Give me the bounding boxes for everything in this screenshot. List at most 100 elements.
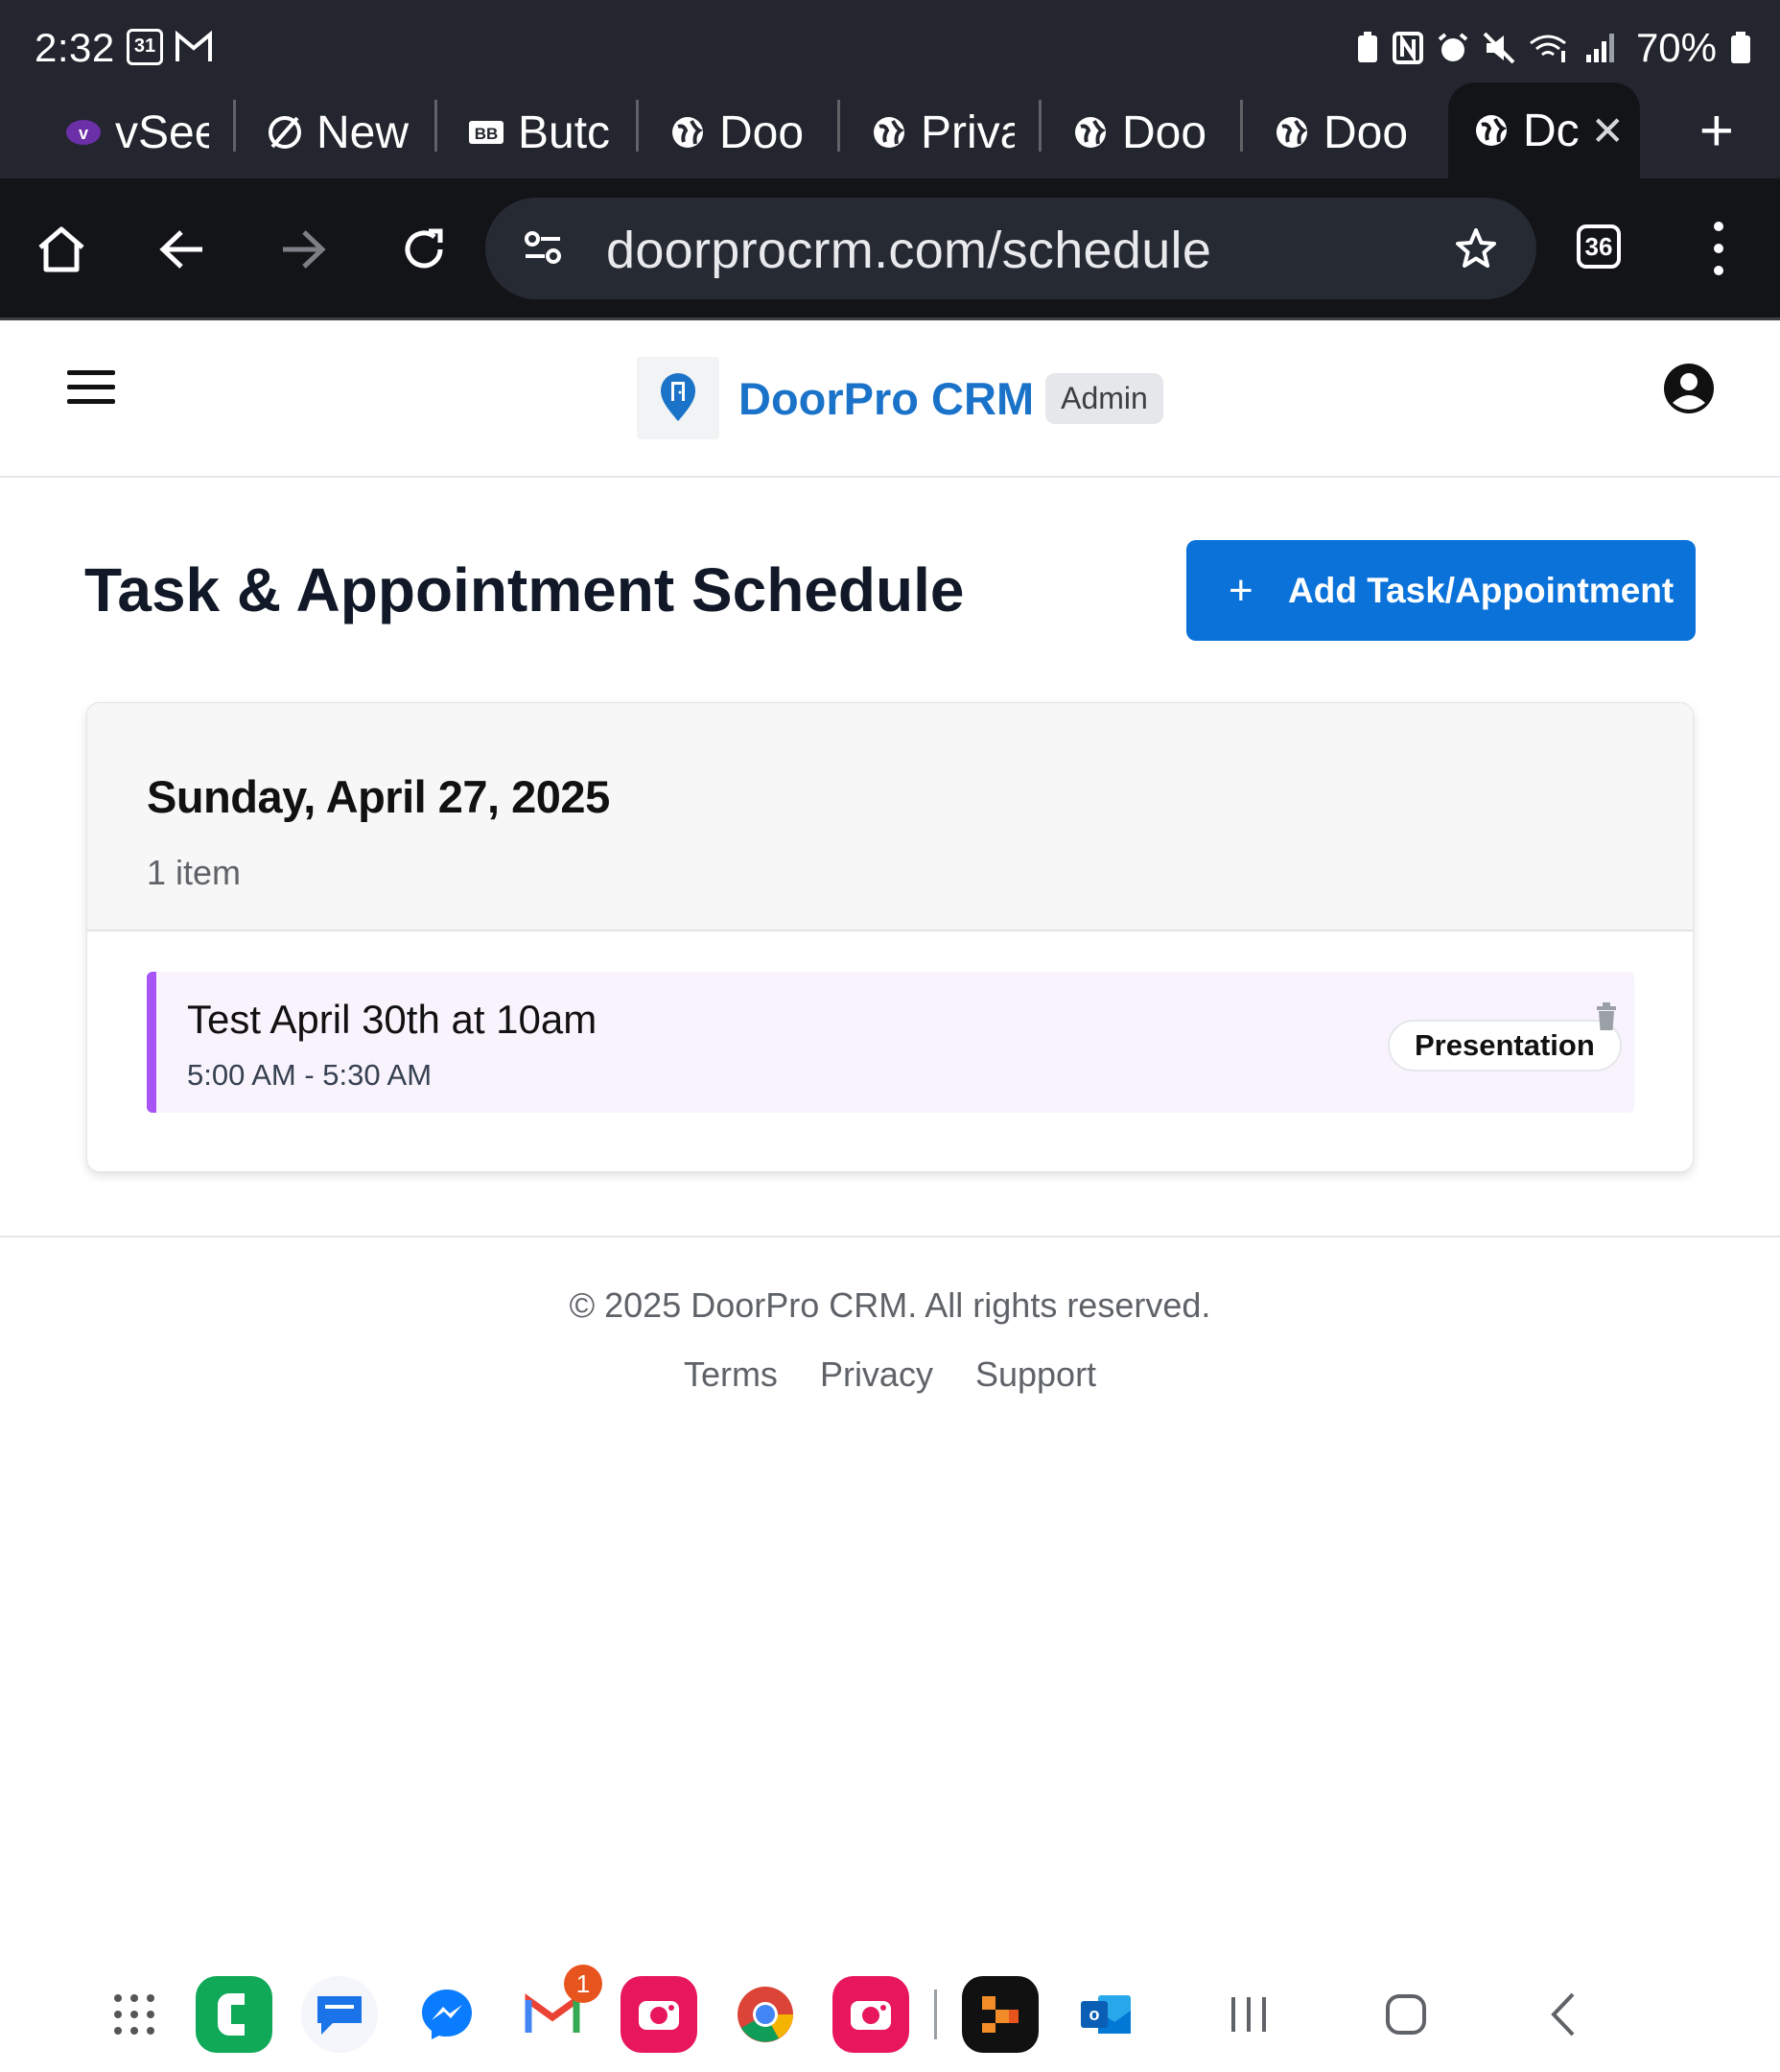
site-settings-icon[interactable] bbox=[522, 226, 564, 269]
gmail-unread-badge: 1 bbox=[564, 1965, 602, 2003]
tab-butc[interactable]: BB Butc bbox=[468, 86, 612, 178]
tab-separator bbox=[233, 100, 236, 152]
gmail-app-icon[interactable]: 1 bbox=[514, 1965, 602, 2053]
bookmark-star-icon[interactable] bbox=[1454, 226, 1498, 271]
add-task-button[interactable]: + Add Task/Appointment bbox=[1186, 540, 1696, 641]
footer-link-privacy[interactable]: Privacy bbox=[820, 1354, 933, 1395]
reload-icon bbox=[405, 228, 443, 269]
alarm-icon bbox=[1438, 33, 1468, 61]
close-tab-icon[interactable]: ✕ bbox=[1591, 107, 1625, 154]
brand-name: DoorPro CRM bbox=[738, 372, 1035, 424]
footer-links: Terms Privacy Support bbox=[0, 1354, 1780, 1395]
day-date: Sunday, April 27, 2025 bbox=[147, 771, 610, 822]
tab-doo-2[interactable]: Doo bbox=[1072, 86, 1216, 178]
back-button[interactable] bbox=[152, 219, 213, 280]
status-bar: 2:32 31 70% bbox=[0, 0, 1780, 86]
tab-separator bbox=[1240, 100, 1243, 152]
appointment-type-badge: Presentation bbox=[1388, 1020, 1622, 1071]
contacts-app-icon[interactable] bbox=[196, 1976, 272, 2053]
globe-icon bbox=[1072, 114, 1109, 151]
tab-separator bbox=[434, 100, 437, 152]
calendar-icon: 31 bbox=[127, 29, 163, 65]
footer-link-terms[interactable]: Terms bbox=[684, 1354, 778, 1395]
tab-vsee[interactable]: v vSee bbox=[65, 86, 209, 178]
brand[interactable]: DoorPro CRM Admin bbox=[637, 357, 1163, 439]
tab-active-doorpro[interactable]: Dc ✕ bbox=[1448, 82, 1640, 178]
url-text[interactable]: doorprocrm.com/schedule bbox=[606, 221, 1211, 280]
status-notifications: 31 bbox=[127, 29, 213, 65]
page-footer: © 2025 DoorPro CRM. All rights reserved.… bbox=[0, 1236, 1780, 1427]
dock-divider bbox=[934, 1990, 937, 2039]
vsee-icon: v bbox=[65, 114, 102, 151]
nfc-icon bbox=[1392, 32, 1423, 64]
messenger-app-icon[interactable] bbox=[409, 1976, 485, 2053]
home-icon bbox=[38, 226, 84, 272]
reload-button[interactable] bbox=[393, 219, 455, 280]
messages-app-icon[interactable] bbox=[301, 1976, 378, 2053]
home-nav-icon bbox=[1386, 1994, 1426, 2035]
status-time: 2:32 bbox=[35, 25, 115, 70]
globe-icon bbox=[1473, 112, 1510, 149]
home-button[interactable] bbox=[31, 219, 92, 280]
back-nav-icon bbox=[1551, 1992, 1575, 2037]
user-account-icon[interactable] bbox=[1663, 363, 1715, 414]
back-nav-button[interactable] bbox=[1536, 1986, 1594, 2043]
more-menu-icon[interactable] bbox=[1699, 215, 1738, 282]
address-bar[interactable]: doorprocrm.com/schedule bbox=[485, 198, 1536, 299]
globe-icon bbox=[871, 114, 907, 151]
tab-new[interactable]: New bbox=[267, 86, 410, 178]
day-item-count: 1 item bbox=[147, 853, 242, 892]
svg-text:v: v bbox=[79, 124, 88, 143]
cell-signal-icon bbox=[1585, 34, 1614, 62]
delete-trash-icon[interactable] bbox=[1595, 1002, 1618, 1031]
mute-icon bbox=[1483, 32, 1515, 64]
battery-icon bbox=[1731, 32, 1750, 63]
day-group-header: Sunday, April 27, 2025 1 item bbox=[87, 703, 1693, 931]
tab-switcher-button[interactable]: 36 bbox=[1577, 224, 1621, 269]
home-nav-button[interactable] bbox=[1377, 1986, 1435, 2043]
wifi-signal-icon bbox=[1530, 35, 1566, 62]
footer-link-support[interactable]: Support bbox=[975, 1354, 1096, 1395]
gmail-notification-icon bbox=[176, 30, 212, 61]
recents-button[interactable] bbox=[1220, 1986, 1277, 2043]
bb-icon: BB bbox=[468, 114, 504, 151]
new-tab-button[interactable]: + bbox=[1699, 98, 1734, 165]
schedule-item[interactable]: Test April 30th at 10am 5:00 AM - 5:30 A… bbox=[147, 972, 1634, 1113]
tab-separator bbox=[837, 100, 840, 152]
battery-percentage: 70% bbox=[1635, 25, 1717, 70]
battery-saver-icon bbox=[1357, 32, 1377, 62]
hamburger-menu-icon[interactable] bbox=[67, 370, 115, 409]
camera-2-app-icon[interactable] bbox=[832, 1976, 909, 2053]
globe-icon bbox=[1274, 114, 1310, 151]
svg-text:BB: BB bbox=[475, 125, 499, 143]
tab-doo-3[interactable]: Doo bbox=[1274, 86, 1417, 178]
status-indicators: 70% bbox=[1356, 25, 1751, 71]
outlook-app-icon[interactable]: o bbox=[1067, 1976, 1144, 2053]
chrome-app-icon[interactable] bbox=[727, 1976, 804, 2053]
tab-separator bbox=[636, 100, 639, 152]
forward-arrow-icon bbox=[283, 230, 326, 269]
browser-toolbar: doorprocrm.com/schedule 36 bbox=[0, 178, 1780, 320]
tab-doo-1[interactable]: Doo bbox=[669, 86, 813, 178]
camera-app-icon[interactable] bbox=[621, 1976, 697, 2053]
browser-tab-strip: v vSee New BB Butc Doo Priva Doo Doo Dc … bbox=[0, 82, 1780, 178]
day-group-card: Sunday, April 27, 2025 1 item Test April… bbox=[86, 702, 1694, 1172]
schedule-item-time: 5:00 AM - 5:30 AM bbox=[187, 1058, 433, 1092]
role-badge: Admin bbox=[1045, 372, 1163, 424]
add-task-label: Add Task/Appointment bbox=[1288, 570, 1675, 610]
no-sign-icon bbox=[267, 114, 303, 151]
plus-icon: + bbox=[1229, 566, 1253, 614]
doorpro-logo-icon bbox=[637, 357, 719, 439]
android-dock: 1 o bbox=[0, 1957, 1780, 2072]
schedule-item-title: Test April 30th at 10am bbox=[187, 997, 597, 1042]
office-app-icon[interactable] bbox=[962, 1976, 1039, 2053]
recents-icon bbox=[1231, 1997, 1266, 2032]
back-arrow-icon bbox=[159, 230, 202, 269]
forward-button[interactable] bbox=[272, 219, 334, 280]
app-header: DoorPro CRM Admin bbox=[0, 320, 1780, 478]
copyright-text: © 2025 DoorPro CRM. All rights reserved. bbox=[569, 1285, 1211, 1325]
app-drawer-icon[interactable] bbox=[96, 1976, 173, 2053]
svg-text:o: o bbox=[1089, 2005, 1100, 2024]
page-title: Task & Appointment Schedule bbox=[84, 555, 965, 624]
tab-priva[interactable]: Priva bbox=[871, 86, 1015, 178]
